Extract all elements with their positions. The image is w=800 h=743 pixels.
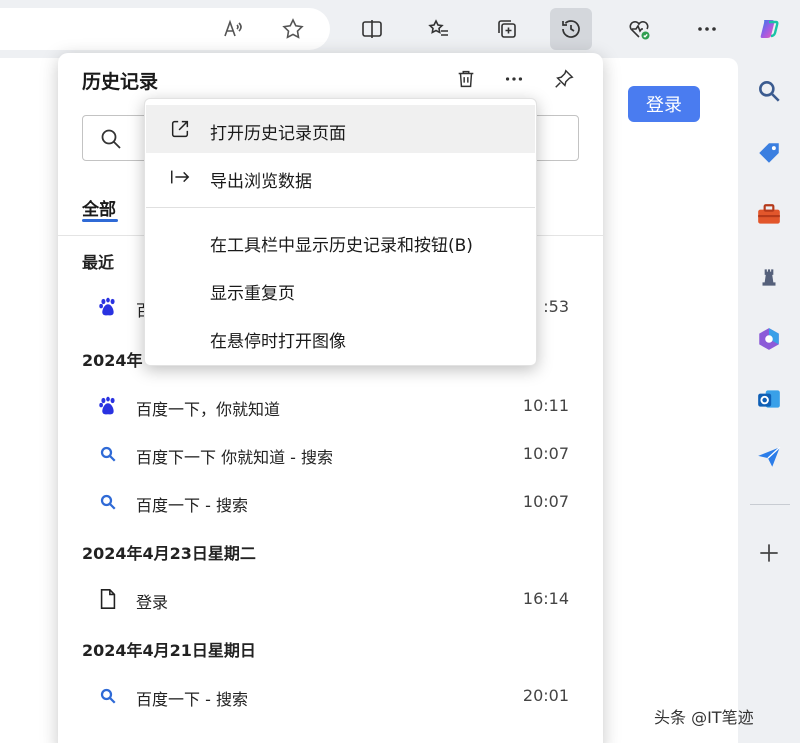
menu-item-open-image-on-hover[interactable]: 在悬停时打开图像 [146, 313, 535, 361]
search-icon [101, 129, 121, 149]
menu-item-label: 打开历史记录页面 [210, 124, 346, 144]
menu-item-label: 在悬停时打开图像 [210, 332, 346, 352]
history-item-time: 16:14 [522, 589, 569, 608]
read-aloud-icon[interactable] [212, 8, 254, 50]
more-options-icon[interactable] [498, 63, 530, 95]
watermark: 头条 @IT笔迹 [654, 708, 754, 727]
menu-item-show-history-button[interactable]: 在工具栏中显示历史记录和按钮(B) [146, 217, 535, 265]
history-item[interactable]: 百度一下，你就知道 10:11 [58, 384, 603, 428]
search-icon [96, 442, 120, 466]
search-icon [96, 684, 120, 708]
menu-item-label: 显示重复页 [210, 284, 295, 304]
pin-icon[interactable] [548, 63, 580, 95]
send-drop-icon[interactable] [754, 442, 784, 472]
group-heading: 2024年4月21日星期日 [82, 641, 256, 660]
history-item-time: 10:07 [522, 444, 569, 463]
favorites-list-icon[interactable] [418, 8, 460, 50]
export-icon [168, 165, 192, 189]
history-item-time: :53 [543, 297, 569, 316]
tab-active-indicator [82, 219, 118, 222]
history-item-time: 10:11 [522, 396, 569, 415]
history-item-time: 20:01 [522, 686, 569, 705]
add-icon[interactable] [754, 538, 784, 568]
history-item[interactable]: 百度一下 - 搜索 20:01 [58, 674, 603, 718]
collections-icon[interactable] [486, 8, 528, 50]
history-icon[interactable] [550, 8, 592, 50]
menu-item-open-history-page[interactable]: 打开历史记录页面 [146, 105, 535, 153]
search-icon [96, 490, 120, 514]
browser-essentials-icon[interactable] [618, 8, 660, 50]
panel-title: 历史记录 [82, 71, 159, 93]
shopping-tag-icon[interactable] [754, 138, 784, 168]
history-item[interactable]: 百度一下 - 搜索 10:07 [58, 480, 603, 524]
tab-all[interactable]: 全部 [82, 195, 116, 220]
edge-sidebar [738, 58, 800, 743]
menu-item-export-data[interactable]: 导出浏览数据 [146, 153, 535, 201]
address-bar[interactable] [0, 8, 330, 50]
history-item-title: 百度一下 - 搜索 [136, 690, 248, 709]
history-item-title: 百度下一下 你就知道 - 搜索 [136, 448, 334, 467]
outlook-icon[interactable] [754, 384, 784, 414]
history-more-menu: 打开历史记录页面 导出浏览数据 在工具栏中显示历史记录和按钮(B) 显示重复页 … [144, 98, 537, 366]
history-item-time: 10:07 [522, 492, 569, 511]
split-screen-icon[interactable] [351, 8, 393, 50]
group-heading: 2024年 [82, 351, 143, 370]
menu-divider [146, 207, 535, 208]
history-item-title: 百度一下 - 搜索 [136, 496, 248, 515]
page-icon [96, 587, 120, 611]
open-external-icon [168, 117, 192, 141]
copilot-icon[interactable] [748, 8, 790, 50]
more-options-icon[interactable] [686, 8, 728, 50]
group-heading: 最近 [82, 253, 115, 272]
favorite-star-icon[interactable] [272, 8, 314, 50]
login-button[interactable]: 登录 [628, 86, 700, 122]
games-chess-icon[interactable] [754, 262, 784, 292]
microsoft-365-icon[interactable] [754, 324, 784, 354]
history-item[interactable]: 百度下一下 你就知道 - 搜索 10:07 [58, 432, 603, 476]
history-item[interactable]: 登录 16:14 [58, 577, 603, 621]
browser-toolbar [0, 0, 800, 58]
history-item-title: 登录 [136, 593, 169, 612]
menu-item-show-duplicates[interactable]: 显示重复页 [146, 265, 535, 313]
sidebar-divider [750, 504, 790, 505]
baidu-icon [96, 394, 120, 418]
group-heading: 2024年4月23日星期二 [82, 544, 256, 563]
tools-briefcase-icon[interactable] [754, 200, 784, 230]
search-icon[interactable] [754, 76, 784, 106]
baidu-icon [96, 295, 120, 319]
history-item-title: 百度一下，你就知道 [136, 400, 281, 419]
menu-item-label: 导出浏览数据 [210, 172, 312, 192]
menu-item-label: 在工具栏中显示历史记录和按钮(B) [210, 236, 473, 256]
delete-trash-icon[interactable] [450, 63, 482, 95]
